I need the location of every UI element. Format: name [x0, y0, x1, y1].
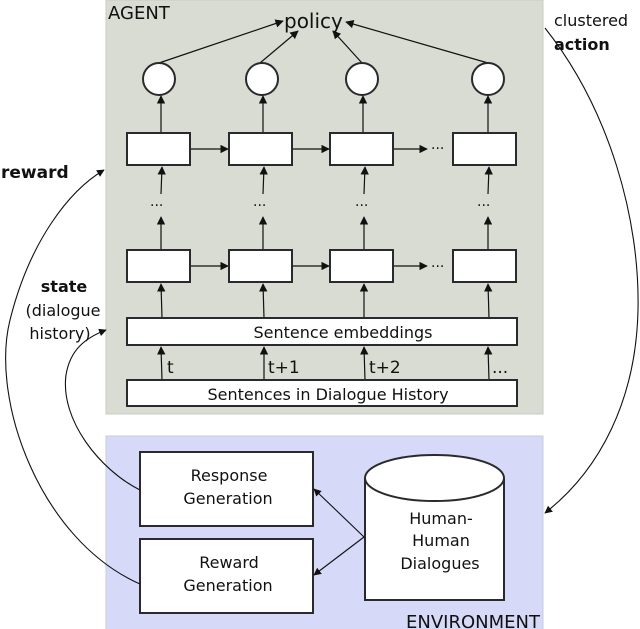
time-label: t	[167, 358, 174, 378]
human-dialogues-database: Human- Human Dialogues	[364, 454, 505, 601]
rnn-cell	[126, 249, 191, 283]
rnn-cell	[228, 249, 293, 283]
time-label: ...	[492, 358, 508, 378]
action-edge	[544, 27, 639, 514]
database-label: Dialogues	[400, 554, 479, 573]
reward-generation-label: Generation	[183, 576, 272, 595]
output-node	[471, 62, 505, 96]
rnn-cell	[228, 132, 293, 166]
ellipsis: ···	[355, 198, 368, 214]
policy-label: policy	[284, 9, 343, 33]
time-label: t+2	[369, 358, 401, 378]
output-node	[245, 62, 279, 96]
agent-label: AGENT	[108, 3, 171, 24]
state-sublabel: history)	[29, 324, 90, 343]
ellipsis: ···	[431, 259, 444, 275]
rnn-cell	[452, 132, 517, 166]
database-label: Human	[412, 531, 470, 550]
action-label: action	[554, 35, 610, 54]
ellipsis: ···	[431, 141, 444, 157]
rnn-cell	[329, 249, 394, 283]
ellipsis: ···	[150, 198, 163, 214]
rl-dialogue-diagram: AGENT policy ··· ··· ··· ··· ··· ··· Sen…	[1, 0, 639, 629]
response-generation-label: Response	[191, 466, 268, 485]
sentence-embeddings-label: Sentence embeddings	[254, 323, 433, 342]
ellipsis: ···	[477, 198, 490, 214]
rnn-cell	[329, 132, 394, 166]
output-node	[142, 62, 176, 96]
reward-label: reward	[1, 163, 69, 183]
action-label: clustered	[554, 11, 628, 30]
state-sublabel: (dialogue	[25, 301, 100, 320]
environment-label: ENVIRONMENT	[406, 612, 541, 629]
response-generation-label: Generation	[183, 489, 272, 508]
reward-generation-label: Reward	[199, 553, 259, 572]
dialogue-history-label: Sentences in Dialogue History	[207, 385, 448, 404]
rnn-cell	[126, 132, 191, 166]
time-label: t+1	[268, 358, 300, 378]
database-label: Human-	[409, 509, 472, 528]
output-node	[345, 62, 379, 96]
rnn-cell	[452, 249, 517, 283]
state-label: state	[41, 277, 88, 296]
ellipsis: ···	[253, 198, 266, 214]
